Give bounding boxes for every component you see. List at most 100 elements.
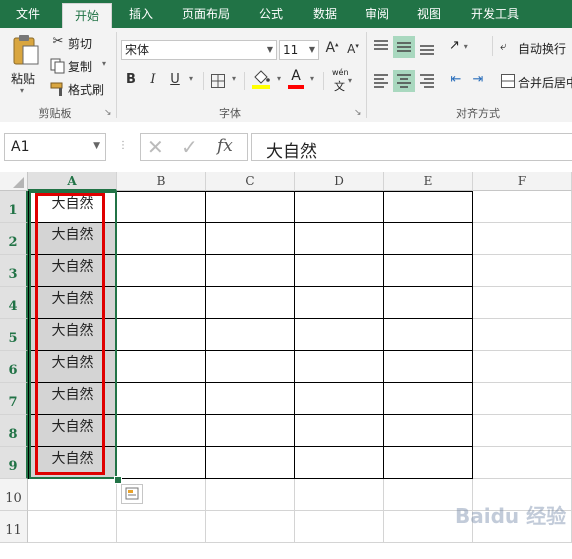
cell-a6[interactable]: 大自然	[28, 351, 117, 383]
cell-a1[interactable]: 大自然	[28, 191, 117, 223]
column-header-c[interactable]: C	[206, 172, 295, 191]
cell-d10[interactable]	[295, 479, 384, 511]
merge-center-button[interactable]: 合并后居中	[500, 73, 572, 91]
cell-c6[interactable]	[206, 351, 295, 383]
align-top-icon[interactable]	[372, 38, 390, 56]
cell-b2[interactable]	[117, 223, 206, 255]
name-box[interactable]: A1 ▼	[4, 133, 106, 161]
cell-b3[interactable]	[117, 255, 206, 287]
cell-c10[interactable]	[206, 479, 295, 511]
chevron-down-icon[interactable]: ▾	[307, 74, 317, 83]
tab-insert[interactable]: 插入	[122, 0, 160, 28]
copy-button[interactable]: 复制 ▾	[50, 57, 112, 75]
cell-f9[interactable]	[473, 447, 572, 479]
cell-d6[interactable]	[295, 351, 384, 383]
increase-font-size-button[interactable]: A▴	[323, 40, 341, 56]
cell-b7[interactable]	[117, 383, 206, 415]
cell-a9[interactable]: 大自然	[28, 447, 117, 479]
cell-b8[interactable]	[117, 415, 206, 447]
cell-c1[interactable]	[206, 191, 295, 223]
cell-f8[interactable]	[473, 415, 572, 447]
cancel-icon[interactable]: ✕	[147, 135, 164, 159]
cell-e1[interactable]	[384, 191, 473, 223]
align-right-icon[interactable]	[418, 72, 436, 90]
cell-c5[interactable]	[206, 319, 295, 351]
tab-data[interactable]: 数据	[306, 0, 344, 28]
row-header-11[interactable]: 11	[0, 511, 28, 543]
cell-d1[interactable]	[295, 191, 384, 223]
cell-e2[interactable]	[384, 223, 473, 255]
cell-d9[interactable]	[295, 447, 384, 479]
row-header-9[interactable]: 9	[0, 447, 28, 479]
cell-c7[interactable]	[206, 383, 295, 415]
row-header-10[interactable]: 10	[0, 479, 28, 511]
dialog-launcher-icon[interactable]: ↘	[104, 108, 112, 118]
phonetic-guide-button[interactable]: wén 文 ▾	[328, 68, 356, 93]
cell-c3[interactable]	[206, 255, 295, 287]
orientation-button[interactable]: ↗ ▾	[449, 38, 475, 56]
font-color-button[interactable]: A	[287, 68, 305, 90]
cell-c4[interactable]	[206, 287, 295, 319]
cell-c9[interactable]	[206, 447, 295, 479]
align-bottom-icon[interactable]	[418, 38, 436, 56]
decrease-font-size-button[interactable]: A▾	[345, 42, 361, 56]
select-all-corner[interactable]	[0, 172, 28, 191]
tab-file[interactable]: 文件	[6, 0, 50, 28]
tab-page-layout[interactable]: 页面布局	[176, 0, 236, 28]
cell-f3[interactable]	[473, 255, 572, 287]
cell-c8[interactable]	[206, 415, 295, 447]
paste-button[interactable]: 粘贴 ▾	[8, 34, 42, 96]
font-name-combo[interactable]: 宋体 ▼	[121, 40, 277, 60]
tab-formulas[interactable]: 公式	[252, 0, 290, 28]
row-header-4[interactable]: 4	[0, 287, 28, 319]
cell-f6[interactable]	[473, 351, 572, 383]
cell-b5[interactable]	[117, 319, 206, 351]
row-header-1[interactable]: 1	[0, 191, 28, 223]
tab-review[interactable]: 审阅	[358, 0, 396, 28]
cell-e6[interactable]	[384, 351, 473, 383]
cell-f7[interactable]	[473, 383, 572, 415]
cell-f5[interactable]	[473, 319, 572, 351]
italic-button[interactable]: I	[146, 72, 160, 87]
font-size-combo[interactable]: 11 ▼	[279, 40, 319, 60]
enter-check-icon[interactable]: ✓	[181, 135, 198, 159]
column-header-a[interactable]: A	[28, 172, 117, 191]
tab-view[interactable]: 视图	[410, 0, 448, 28]
cell-d5[interactable]	[295, 319, 384, 351]
decrease-indent-icon[interactable]: ⇤	[446, 72, 466, 87]
cell-a11[interactable]	[28, 511, 117, 543]
chevron-down-icon[interactable]: ▾	[186, 74, 196, 83]
cell-a5[interactable]: 大自然	[28, 319, 117, 351]
cell-d8[interactable]	[295, 415, 384, 447]
cell-a10[interactable]	[28, 479, 117, 511]
cell-a2[interactable]: 大自然	[28, 223, 117, 255]
tab-developer[interactable]: 开发工具	[464, 0, 526, 28]
dialog-launcher-icon[interactable]: ↘	[354, 108, 362, 118]
bold-button[interactable]: B	[124, 72, 138, 87]
borders-icon[interactable]	[210, 73, 226, 89]
cell-e5[interactable]	[384, 319, 473, 351]
row-header-8[interactable]: 8	[0, 415, 28, 447]
cell-f2[interactable]	[473, 223, 572, 255]
format-painter-button[interactable]: 格式刷	[50, 80, 112, 98]
column-header-e[interactable]: E	[384, 172, 473, 191]
row-header-2[interactable]: 2	[0, 223, 28, 255]
chevron-down-icon[interactable]: ▾	[229, 74, 239, 83]
cell-f1[interactable]	[473, 191, 572, 223]
cell-b6[interactable]	[117, 351, 206, 383]
cell-c2[interactable]	[206, 223, 295, 255]
cell-b4[interactable]	[117, 287, 206, 319]
align-center-button[interactable]	[393, 70, 415, 92]
align-left-icon[interactable]	[372, 72, 390, 90]
row-header-5[interactable]: 5	[0, 319, 28, 351]
cell-e4[interactable]	[384, 287, 473, 319]
cut-button[interactable]: ✂ 剪切	[50, 34, 110, 52]
insert-function-icon[interactable]: fx	[217, 136, 233, 156]
underline-button[interactable]: U	[168, 72, 182, 87]
cell-d11[interactable]	[295, 511, 384, 543]
tab-home[interactable]: 开始	[62, 3, 112, 29]
chevron-down-icon[interactable]: ▾	[274, 74, 284, 83]
cell-e3[interactable]	[384, 255, 473, 287]
cell-c11[interactable]	[206, 511, 295, 543]
cell-d4[interactable]	[295, 287, 384, 319]
